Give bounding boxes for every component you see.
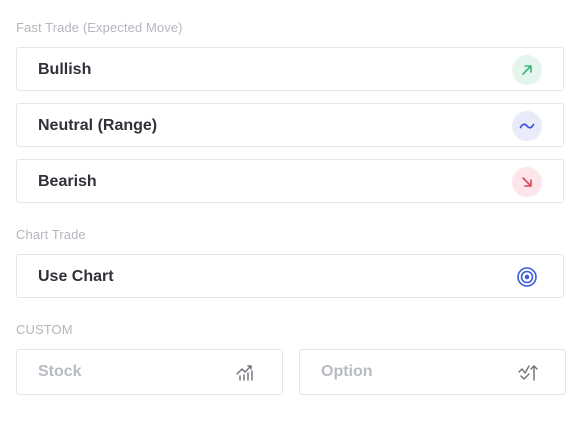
bearish-label: Bearish [38,173,97,190]
stock-label: Stock [38,363,82,380]
tilde-icon [512,111,542,141]
bullish-option[interactable]: Bullish [16,47,564,91]
fast-trade-section-title: Fast Trade (Expected Move) [16,20,183,35]
custom-option-option[interactable]: Option [299,349,566,395]
arrow-up-right-icon [512,55,542,85]
option-label: Option [321,363,373,380]
option-chart-icon [518,362,540,382]
stock-chart-icon [235,362,257,382]
use-chart-option[interactable]: Use Chart [16,254,564,298]
chart-trade-section-title: Chart Trade [16,227,86,242]
neutral-range-option[interactable]: Neutral (Range) [16,103,564,147]
bullish-label: Bullish [38,61,92,78]
custom-section-title: CUSTOM [16,322,73,337]
neutral-range-label: Neutral (Range) [38,117,158,134]
arrow-down-right-icon [512,167,542,197]
custom-stock-option[interactable]: Stock [16,349,283,395]
target-icon [512,262,542,292]
use-chart-label: Use Chart [38,268,114,285]
bearish-option[interactable]: Bearish [16,159,564,203]
